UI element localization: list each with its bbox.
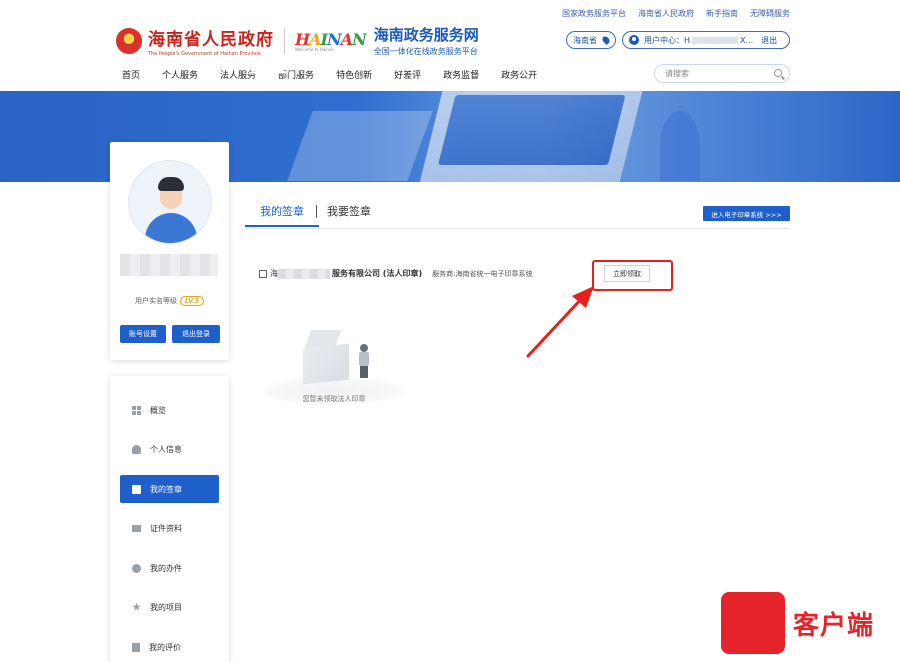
annotation-arrow-icon [526, 286, 594, 358]
provider-label: 服务商: [432, 269, 456, 278]
top-link-accessibility[interactable]: 无障碍服务 [750, 8, 790, 19]
user-id-start: H [684, 35, 691, 45]
account-settings-button[interactable]: 账号设置 [120, 325, 166, 343]
nav-home[interactable]: 首页 [122, 68, 140, 81]
watermark-text: 客户端 [793, 610, 875, 641]
banner-laptop-image [415, 91, 645, 182]
watermark: 客户端 [721, 592, 874, 654]
company-name-redacted [278, 268, 330, 279]
gov-title: 海南省人民政府 [148, 29, 274, 50]
user-center[interactable]: 用户中心： H X... 退出 [622, 31, 790, 49]
xinhainan-logo [721, 592, 785, 654]
region-label: 海南省 [573, 35, 597, 45]
profile-card: 用户实名等级 LV.3 账号设置 退出登录 [110, 142, 229, 360]
id-card-icon [132, 484, 141, 494]
sidebar-item-personal-info[interactable]: 个人信息 [120, 435, 219, 463]
verification-level-badge: LV.3 [179, 296, 205, 306]
sidebar-item-label: 我的评价 [149, 642, 181, 652]
sidebar-item-label: 个人信息 [150, 444, 182, 454]
nav-evaluation[interactable]: 好差评 [394, 68, 421, 81]
sidebar-item-label: 我的签章 [150, 484, 182, 494]
avatar-body [145, 213, 197, 243]
logout-link[interactable]: 退出 [761, 35, 777, 46]
sidebar-menu: 概览 个人信息 我的签章 证件资料 我的办件 我的项目 我的评价 [110, 376, 229, 662]
person-icon [132, 444, 141, 454]
page-title: 企业中心 [248, 55, 329, 77]
sidebar-item-my-cases[interactable]: 我的办件 [120, 554, 219, 582]
nav-featured-innovation[interactable]: 特色创新 [336, 68, 372, 81]
mail-icon [132, 524, 141, 532]
empty-state-text: 您暂未领取法人印章 [302, 395, 366, 403]
verification-level: 用户实名等级 LV.3 [110, 296, 229, 306]
user-id-end: X... [740, 35, 754, 45]
sidebar-item-my-seals[interactable]: 我的签章 [120, 475, 219, 503]
search-icon[interactable] [774, 69, 782, 77]
nav-supervision[interactable]: 政务监督 [443, 68, 479, 81]
enter-e-seal-system-button[interactable]: 进入电子印章系统 >>> [703, 206, 790, 221]
star-icon [132, 602, 141, 611]
sidebar-item-label: 我的项目 [150, 602, 182, 612]
document-icon [132, 642, 140, 652]
hainan-logo-text: HAINAN [295, 29, 367, 49]
company-seal-name: 服务有限公司 (法人印章) [332, 269, 423, 278]
main-nav: 首页 个人服务 法人服务 部门服务 特色创新 好差评 政务监督 政务公开 [122, 68, 559, 81]
location-pin-icon [601, 35, 611, 45]
nav-disclosure[interactable]: 政务公开 [501, 68, 537, 81]
avatar-hair [158, 177, 184, 191]
empty-box-icon [303, 343, 349, 385]
tab-divider [316, 205, 317, 218]
region-selector[interactable]: 海南省 [566, 31, 616, 49]
user-name-redacted [120, 254, 218, 276]
grid-icon [132, 405, 141, 415]
zwfw-title: 海南政务服务网 [373, 26, 479, 44]
verification-level-label: 用户实名等级 [134, 297, 177, 305]
search-input[interactable]: 请搜索 [654, 64, 790, 83]
logo-divider [284, 27, 285, 54]
top-links: 国家政务服务平台 海南省人民政府 新手指南 无障碍服务 [562, 8, 790, 19]
highlight-box [592, 260, 673, 291]
national-emblem-icon [116, 27, 142, 54]
avatar [128, 160, 212, 244]
nav-personal-services[interactable]: 个人服务 [162, 68, 198, 81]
banner-plant-decoration [660, 111, 700, 181]
company-icon [259, 269, 267, 278]
zwfw-logo[interactable]: 海南政务服务网 全国一体化在线政务服务平台 [374, 24, 479, 57]
tab-my-seals[interactable]: 我的签章 [245, 203, 319, 227]
search-placeholder: 请搜索 [665, 69, 689, 78]
sidebar-item-documents[interactable]: 证件资料 [120, 514, 219, 542]
hainan-logo[interactable]: HAINAN Welcome to Hainan [295, 29, 367, 52]
sidebar-item-my-reviews[interactable]: 我的评价 [120, 633, 219, 661]
provider-name: 海南省统一电子印章系统 [455, 269, 533, 278]
sidebar-item-label: 证件资料 [150, 523, 182, 533]
apps-icon [132, 563, 141, 573]
tab-request-seal[interactable]: 我要签章 [327, 203, 371, 219]
top-link-provincial-government[interactable]: 海南省人民政府 [638, 8, 694, 19]
user-id-redacted [692, 36, 739, 44]
sidebar-item-overview[interactable]: 概览 [120, 396, 219, 424]
seal-item: 海 服务有限公司 (法人印章) 服务商: 海南省统一电子印章系统 [259, 268, 532, 279]
empty-person-figure [358, 344, 370, 380]
logout-button[interactable]: 退出登录 [172, 325, 220, 343]
top-link-national-platform[interactable]: 国家政务服务平台 [562, 8, 626, 19]
zwfw-subtitle: 全国一体化在线政务服务平台 [373, 47, 478, 56]
seal-prefix: 海 [270, 269, 278, 278]
sidebar-item-my-projects[interactable]: 我的项目 [120, 593, 219, 621]
user-icon [629, 35, 639, 45]
banner-paper-decoration [287, 111, 433, 181]
sidebar-item-label: 概览 [150, 405, 166, 415]
top-link-guide[interactable]: 新手指南 [706, 8, 738, 19]
user-center-label: 用户中心： [644, 35, 684, 45]
sidebar-item-label: 我的办件 [150, 563, 182, 573]
